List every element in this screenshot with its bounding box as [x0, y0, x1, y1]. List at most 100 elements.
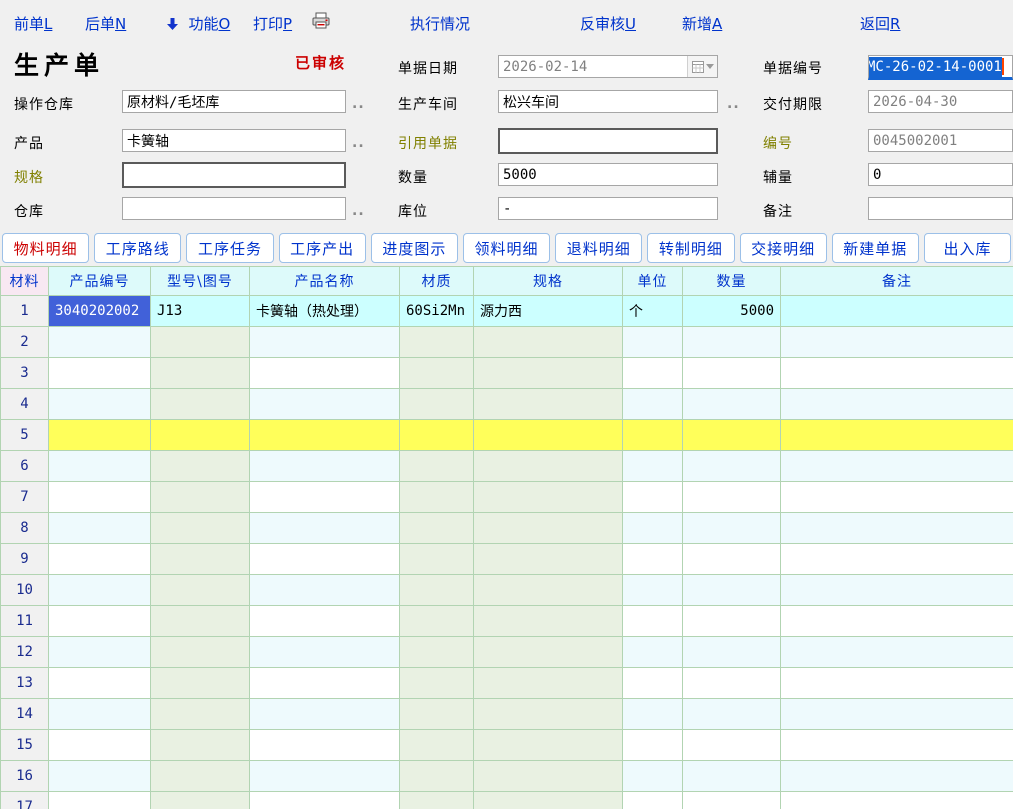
- menu-unaudit[interactable]: 反审核U: [580, 13, 636, 34]
- deadline-input[interactable]: [868, 90, 1013, 113]
- grid-cell[interactable]: [49, 420, 151, 451]
- grid-cell[interactable]: 3040202002: [49, 296, 151, 327]
- row-number[interactable]: 5: [1, 420, 49, 451]
- grid-cell[interactable]: [474, 668, 623, 699]
- grid-cell[interactable]: [49, 637, 151, 668]
- tab-button[interactable]: 领料明细: [463, 233, 550, 263]
- grid-cell[interactable]: [781, 513, 1013, 544]
- grid-cell[interactable]: 60Si2Mn: [400, 296, 474, 327]
- grid-cell[interactable]: [400, 327, 474, 358]
- tab-button[interactable]: 物料明细: [2, 233, 89, 263]
- grid-cell[interactable]: [683, 513, 781, 544]
- grid-cell[interactable]: [400, 761, 474, 792]
- grid-cell[interactable]: [781, 761, 1013, 792]
- grid-cell[interactable]: [623, 637, 683, 668]
- quantity-input[interactable]: [498, 163, 718, 186]
- grid-cell[interactable]: [623, 420, 683, 451]
- grid-cell[interactable]: [623, 575, 683, 606]
- grid-cell[interactable]: [151, 327, 250, 358]
- grid-cell[interactable]: [781, 420, 1013, 451]
- grid-cell[interactable]: [151, 792, 250, 809]
- row-number[interactable]: 7: [1, 482, 49, 513]
- grid-cell[interactable]: [151, 451, 250, 482]
- grid-cell[interactable]: [400, 389, 474, 420]
- grid-cell[interactable]: [400, 482, 474, 513]
- grid-cell[interactable]: [250, 451, 400, 482]
- grid-cell[interactable]: [474, 575, 623, 606]
- grid-cell[interactable]: [474, 606, 623, 637]
- grid-cell[interactable]: [781, 699, 1013, 730]
- tab-button[interactable]: 出入库: [924, 233, 1011, 263]
- grid-cell[interactable]: [250, 575, 400, 606]
- row-number[interactable]: 14: [1, 699, 49, 730]
- grid-cell[interactable]: 源力西: [474, 296, 623, 327]
- grid-cell[interactable]: [623, 761, 683, 792]
- menu-prev-doc[interactable]: 前单L: [14, 13, 52, 34]
- grid-cell[interactable]: [474, 792, 623, 809]
- menu-add-new[interactable]: 新增A: [682, 13, 722, 34]
- grid-cell[interactable]: [151, 606, 250, 637]
- grid-cell[interactable]: [250, 699, 400, 730]
- grid-cell[interactable]: [400, 451, 474, 482]
- grid-cell[interactable]: [781, 668, 1013, 699]
- warehouse-browse-button[interactable]: ..: [352, 203, 365, 219]
- grid-cell[interactable]: [151, 544, 250, 575]
- grid-cell[interactable]: [623, 606, 683, 637]
- grid-cell[interactable]: [683, 389, 781, 420]
- grid-cell[interactable]: [781, 730, 1013, 761]
- grid-cell[interactable]: [623, 327, 683, 358]
- grid-cell[interactable]: [781, 792, 1013, 809]
- grid-cell[interactable]: [400, 637, 474, 668]
- grid-cell[interactable]: [250, 358, 400, 389]
- grid-cell[interactable]: [623, 668, 683, 699]
- row-number[interactable]: 10: [1, 575, 49, 606]
- grid-cell[interactable]: [151, 575, 250, 606]
- grid-cell[interactable]: [683, 327, 781, 358]
- grid-cell[interactable]: [49, 327, 151, 358]
- menu-exec-status[interactable]: 执行情况: [410, 13, 470, 34]
- product-browse-button[interactable]: ..: [352, 135, 365, 151]
- row-number[interactable]: 15: [1, 730, 49, 761]
- grid-cell[interactable]: [250, 730, 400, 761]
- grid-cell[interactable]: [474, 389, 623, 420]
- tab-button[interactable]: 交接明细: [740, 233, 827, 263]
- grid-cell[interactable]: [623, 389, 683, 420]
- grid-cell[interactable]: [49, 761, 151, 792]
- grid-cell[interactable]: [400, 420, 474, 451]
- grid-cell[interactable]: [151, 761, 250, 792]
- grid-cell[interactable]: [683, 606, 781, 637]
- tab-button[interactable]: 工序产出: [279, 233, 366, 263]
- grid-cell[interactable]: [250, 389, 400, 420]
- tab-button[interactable]: 进度图示: [371, 233, 458, 263]
- location-input[interactable]: [498, 197, 718, 220]
- row-number[interactable]: 6: [1, 451, 49, 482]
- row-number[interactable]: 4: [1, 389, 49, 420]
- grid-cell[interactable]: [151, 699, 250, 730]
- menu-functions[interactable]: 功能O: [166, 13, 230, 35]
- grid-cell[interactable]: [683, 730, 781, 761]
- grid-cell[interactable]: [49, 606, 151, 637]
- row-number[interactable]: 11: [1, 606, 49, 637]
- grid-cell[interactable]: [474, 699, 623, 730]
- op-warehouse-input[interactable]: [122, 90, 346, 113]
- grid-cell[interactable]: [250, 482, 400, 513]
- grid-cell[interactable]: [474, 482, 623, 513]
- grid-cell[interactable]: [49, 792, 151, 809]
- doc-date-field[interactable]: 2026-02-14: [498, 55, 718, 78]
- tab-button[interactable]: 新建单据: [832, 233, 919, 263]
- grid-cell[interactable]: [151, 513, 250, 544]
- grid-cell[interactable]: [400, 358, 474, 389]
- grid-cell[interactable]: [683, 451, 781, 482]
- grid-cell[interactable]: [49, 544, 151, 575]
- grid-cell[interactable]: [781, 482, 1013, 513]
- grid-cell[interactable]: [250, 513, 400, 544]
- grid-cell[interactable]: [683, 544, 781, 575]
- grid-cell[interactable]: [151, 420, 250, 451]
- workshop-browse-button[interactable]: ..: [727, 96, 740, 112]
- printer-icon[interactable]: [311, 12, 331, 34]
- grid-cell[interactable]: [623, 544, 683, 575]
- grid-cell[interactable]: [781, 606, 1013, 637]
- row-number[interactable]: 9: [1, 544, 49, 575]
- grid-cell[interactable]: [49, 668, 151, 699]
- grid-cell[interactable]: [400, 668, 474, 699]
